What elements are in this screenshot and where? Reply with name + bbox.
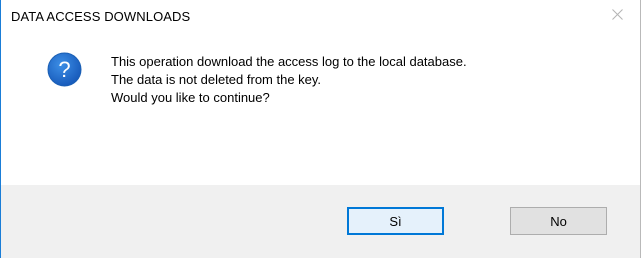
message-line: This operation download the access log t… <box>111 54 467 69</box>
message-line: Would you like to continue? <box>111 90 270 105</box>
svg-text:?: ? <box>58 57 70 82</box>
question-icon: ? <box>47 52 82 87</box>
message-line: The data is not deleted from the key. <box>111 72 322 87</box>
dialog-title: DATA ACCESS DOWNLOADS <box>11 9 191 24</box>
no-button[interactable]: No <box>510 207 607 235</box>
dialog-message: This operation download the access log t… <box>111 53 467 107</box>
title-bar[interactable]: DATA ACCESS DOWNLOADS <box>1 0 640 31</box>
close-icon <box>611 7 623 25</box>
yes-button[interactable]: Sì <box>347 207 444 235</box>
close-button[interactable] <box>594 0 640 31</box>
message-dialog: DATA ACCESS DOWNLOADS ? This operation d… <box>0 0 641 258</box>
